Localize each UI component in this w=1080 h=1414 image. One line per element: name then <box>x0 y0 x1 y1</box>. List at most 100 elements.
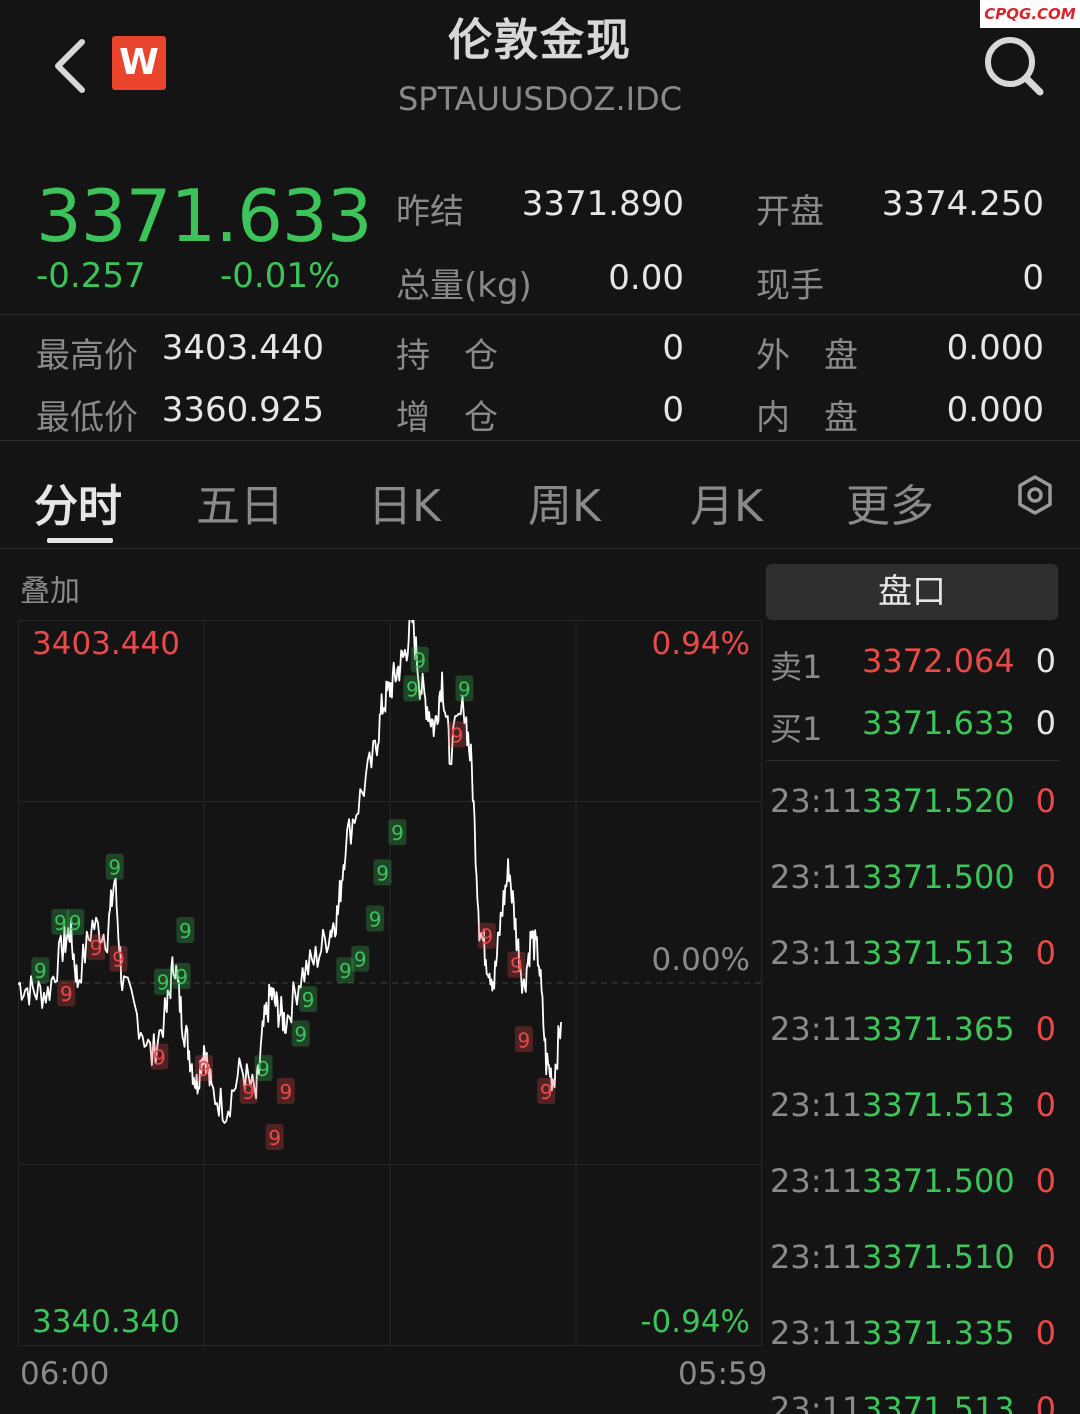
divider <box>766 760 1060 761</box>
signal-marker-label: 9 <box>198 1057 211 1081</box>
tick-row: 23:11 3371.513 0 <box>766 1374 1060 1414</box>
signal-marker-label: 9 <box>108 856 121 880</box>
signal-marker-label: 9 <box>406 677 419 701</box>
tick-price: 3371.520 <box>862 782 1015 820</box>
ask-volume: 0 <box>1035 642 1056 680</box>
tab-more[interactable]: 更多 <box>846 470 934 534</box>
search-button[interactable] <box>982 34 1046 98</box>
high-label: 最高价 <box>36 336 138 376</box>
low-value: 3360.925 <box>161 390 324 430</box>
period-tabs: 分时 五日 日K 周K 月K 更多 <box>0 442 1080 550</box>
symbol-code: SPTAUUSDOZ.IDC <box>397 80 683 118</box>
tick-volume: 0 <box>1035 934 1056 972</box>
divider <box>0 548 1080 549</box>
header: W 伦敦金现 SPTAUUSDOZ.IDC CPQG.COM <box>0 0 1080 150</box>
tick-time: 23:11 <box>770 1314 863 1352</box>
last-price: 3371.633 <box>36 174 373 258</box>
signal-marker-label: 9 <box>413 649 426 673</box>
tab-monthly-k[interactable]: 月K <box>690 470 763 534</box>
divider <box>0 314 1080 315</box>
tick-row: 23:11 3371.510 0 <box>766 1222 1060 1298</box>
search-icon <box>985 37 1044 96</box>
y-axis-top-label: 3403.440 <box>32 626 180 662</box>
signal-marker-label: 9 <box>294 1023 307 1047</box>
tick-time: 23:11 <box>770 1238 863 1276</box>
pct-top-label: 0.94% <box>651 626 750 662</box>
tick-row: 23:11 3371.513 0 <box>766 918 1060 994</box>
signal-marker-label: 9 <box>339 959 352 983</box>
tick-volume: 0 <box>1035 858 1056 896</box>
tick-volume: 0 <box>1035 1390 1056 1414</box>
time-end-label: 05:59 <box>678 1356 768 1392</box>
signal-marker-label: 9 <box>391 821 404 845</box>
signal-marker-label: 9 <box>153 1046 166 1070</box>
tab-intraday[interactable]: 分时 <box>34 470 122 534</box>
tick-price: 3371.365 <box>862 1010 1015 1048</box>
signal-marker-label: 9 <box>369 907 382 931</box>
overlay-button[interactable]: 叠加 <box>20 566 80 610</box>
low-label: 最低价 <box>36 398 138 438</box>
prev-settle-value: 3371.890 <box>521 184 684 224</box>
price-change: -0.257 <box>36 256 146 296</box>
signal-marker-label: 9 <box>510 953 523 977</box>
signal-marker-label: 9 <box>34 959 47 983</box>
ask-price: 3372.064 <box>862 642 1015 680</box>
tick-price: 3371.335 <box>862 1314 1015 1352</box>
tick-row: 23:11 3371.520 0 <box>766 766 1060 842</box>
outer-label: 外 盘 <box>756 336 858 376</box>
volume-label: 总量(kg) <box>396 266 532 306</box>
intraday-chart[interactable]: 9999999999999999999999999999999 3403.440… <box>18 620 762 1346</box>
pct-mid-label: 0.00% <box>651 942 750 978</box>
y-axis-bottom-label: 3340.340 <box>32 1304 180 1340</box>
high-value: 3403.440 <box>161 328 324 368</box>
signal-marker-label: 9 <box>518 1028 531 1052</box>
orderbook-tab[interactable]: 盘口 <box>766 564 1058 620</box>
signal-marker-label: 9 <box>242 1080 255 1104</box>
signal-marker-label: 9 <box>60 982 73 1006</box>
page-title: 伦敦金现 <box>448 15 632 66</box>
tick-time: 23:11 <box>770 782 863 820</box>
signal-marker-label: 9 <box>268 1126 281 1150</box>
tick-row: 23:11 3371.500 0 <box>766 1146 1060 1222</box>
tick-price: 3371.510 <box>862 1238 1015 1276</box>
settings-icon <box>1018 475 1052 515</box>
tick-time: 23:11 <box>770 858 863 896</box>
open-label: 开盘 <box>756 192 824 232</box>
bid-volume: 0 <box>1035 704 1056 742</box>
tick-volume: 0 <box>1035 1238 1056 1276</box>
tab-weekly-k[interactable]: 周K <box>528 470 601 534</box>
tick-price: 3371.500 <box>862 858 1015 896</box>
signal-marker-label: 9 <box>279 1080 292 1104</box>
tab-five-day[interactable]: 五日 <box>196 470 284 534</box>
tick-volume: 0 <box>1035 1162 1056 1200</box>
tick-time: 23:11 <box>770 1390 863 1414</box>
signal-marker-label: 9 <box>354 948 367 972</box>
oi-change-label: 增 仓 <box>396 398 498 438</box>
divider <box>0 440 1080 441</box>
tick-row: 23:11 3371.500 0 <box>766 842 1060 918</box>
volume-value: 0.00 <box>608 258 684 298</box>
tick-time: 23:11 <box>770 1010 863 1048</box>
open-interest-label: 持 仓 <box>396 336 498 376</box>
signal-marker-label: 9 <box>54 911 67 935</box>
signal-marker-label: 9 <box>112 948 125 972</box>
intraday-chart-svg: 999 9999999999999999 999999999999 <box>18 620 762 1346</box>
time-start-label: 06:00 <box>20 1356 110 1392</box>
chart-settings-button[interactable] <box>1014 474 1056 516</box>
watermark: CPQG.COM <box>980 0 1080 28</box>
signal-marker-label: 9 <box>480 925 493 949</box>
signal-marker-label: 9 <box>540 1080 553 1104</box>
bid-price: 3371.633 <box>862 704 1015 742</box>
signal-marker-label: 9 <box>458 677 471 701</box>
open-value: 3374.250 <box>881 184 1044 224</box>
tab-daily-k[interactable]: 日K <box>368 470 441 534</box>
tick-price: 3371.513 <box>862 934 1015 972</box>
pct-bottom-label: -0.94% <box>640 1304 750 1340</box>
signal-marker-label: 9 <box>257 1057 270 1081</box>
ask-label: 卖1 <box>770 648 823 686</box>
signal-marker-label: 9 <box>179 919 192 943</box>
prev-settle-label: 昨结 <box>396 192 464 232</box>
tick-price: 3371.513 <box>862 1390 1015 1414</box>
inner-label: 内 盘 <box>756 398 858 438</box>
tick-time: 23:11 <box>770 1162 863 1200</box>
